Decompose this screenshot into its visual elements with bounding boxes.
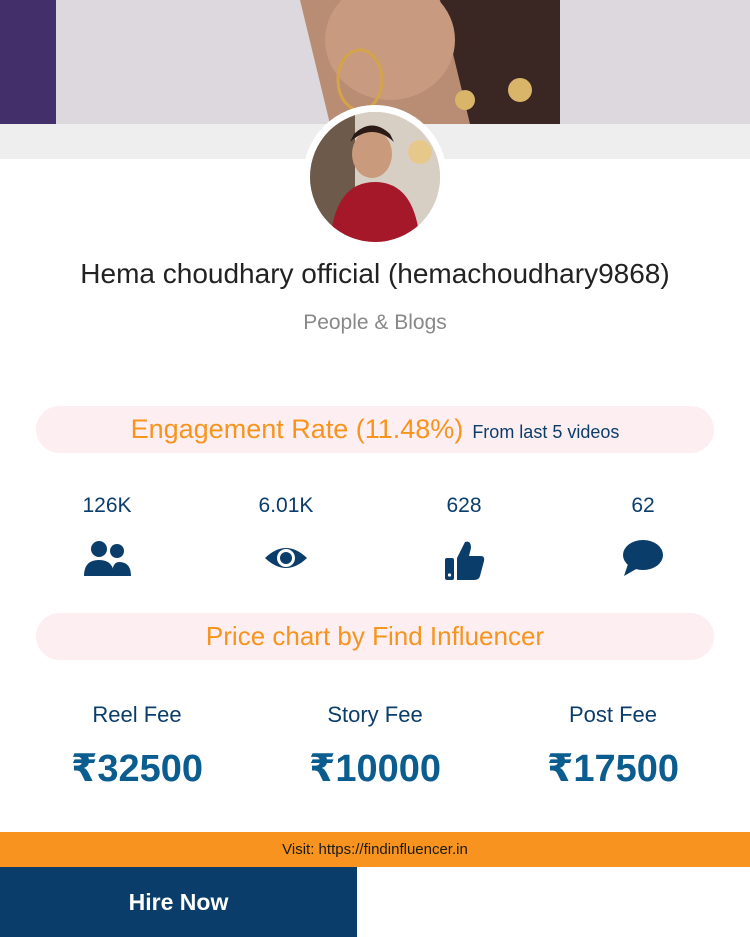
visit-link-text[interactable]: Visit: https://findinfluencer.in — [282, 841, 468, 858]
stat-followers-value: 126K — [82, 494, 132, 517]
story-fee-label: Story Fee — [327, 702, 423, 727]
comment-icon — [622, 538, 664, 583]
stat-comments-value: 62 — [631, 494, 655, 517]
engagement-rate: Engagement Rate (11.48%) — [130, 414, 464, 444]
price-chart-banner: Price chart by Find Influencer — [36, 613, 714, 660]
profile-category: People & Blogs — [303, 311, 447, 334]
avatar — [303, 105, 447, 249]
followers-icon — [82, 538, 132, 583]
stat-views-value: 6.01K — [258, 494, 314, 517]
post-fee-label: Post Fee — [568, 702, 658, 727]
hire-now-button[interactable]: Hire Now — [0, 867, 357, 937]
eye-icon — [263, 538, 309, 583]
reel-fee-value: ₹32500 — [70, 748, 204, 790]
profile-name: Hema choudhary official (hemachoudhary98… — [80, 258, 670, 289]
story-fee-value: ₹10000 — [308, 748, 442, 790]
stat-likes-value: 628 — [446, 494, 482, 517]
engagement-banner: Engagement Rate (11.48%) From last 5 vid… — [36, 406, 714, 453]
post-fee-value: ₹17500 — [546, 748, 680, 790]
price-chart-title: Price chart by Find Influencer — [205, 621, 545, 651]
reel-fee-label: Reel Fee — [92, 702, 182, 727]
thumbs-up-icon — [443, 538, 487, 587]
avatar-image — [310, 112, 440, 242]
engagement-subtitle: From last 5 videos — [472, 422, 620, 442]
visit-link[interactable]: Visit: https://findinfluencer.in — [0, 832, 750, 867]
